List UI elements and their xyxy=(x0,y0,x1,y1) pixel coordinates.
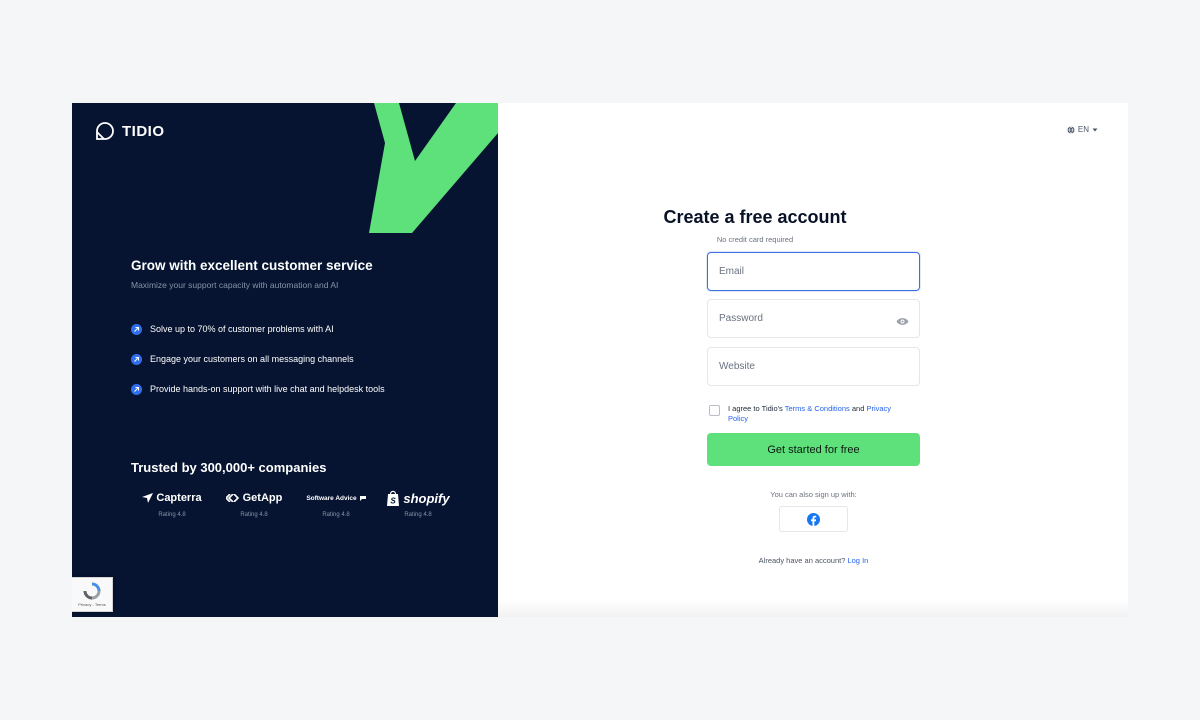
tidio-logo[interactable]: TIDIO xyxy=(94,120,165,142)
brand-rating: Rating 4.8 xyxy=(404,512,432,518)
agree-prefix: I agree to Tidio's xyxy=(728,404,785,413)
feature-item: Solve up to 70% of customer problems wit… xyxy=(131,314,385,344)
brand-capterra: Capterra Rating 4.8 xyxy=(131,488,213,518)
recaptcha-badge[interactable]: Privacy - Terms xyxy=(72,577,113,612)
show-password-icon[interactable] xyxy=(896,313,909,331)
login-prompt-text: Already have an account? xyxy=(758,556,848,565)
feature-text: Provide hands-on support with live chat … xyxy=(150,384,385,394)
agree-and: and xyxy=(849,404,867,413)
email-input[interactable] xyxy=(707,252,920,291)
signup-panel: EN Create a free account No credit card … xyxy=(498,103,1128,617)
feature-text: Solve up to 70% of customer problems wit… xyxy=(150,324,334,334)
marketing-subline: Maximize your support capacity with auto… xyxy=(131,280,339,290)
recaptcha-links[interactable]: Privacy - Terms xyxy=(78,602,105,607)
logo-text: TIDIO xyxy=(122,122,165,140)
brand-name: shopify xyxy=(403,490,450,506)
get-started-button[interactable]: Get started for free xyxy=(707,433,920,466)
marketing-panel: TIDIO Grow with excellent customer servi… xyxy=(72,103,498,617)
brand-software-advice: Software Advice Rating 4.8 xyxy=(295,488,377,518)
login-prompt: Already have an account? Log In xyxy=(707,556,920,565)
shopify-bag-icon: S xyxy=(387,490,400,506)
bottom-shade xyxy=(498,599,1128,617)
brand-rating: Rating 4.8 xyxy=(240,512,268,518)
brand-name: Capterra xyxy=(156,492,202,504)
feature-item: Engage your customers on all messaging c… xyxy=(131,344,385,374)
brand-getapp: GetApp Rating 4.8 xyxy=(213,488,295,518)
form-subtitle: No credit card required xyxy=(716,235,794,244)
terms-link[interactable]: Terms & Conditions xyxy=(785,404,850,413)
alt-signup-label: You can also sign up with: xyxy=(770,490,857,499)
svg-text:S: S xyxy=(391,497,397,506)
getapp-icon xyxy=(225,494,239,502)
language-label: EN xyxy=(1077,125,1089,134)
login-link[interactable]: Log In xyxy=(847,556,868,565)
terms-agreement: I agree to Tidio's Terms & Conditions an… xyxy=(709,404,913,424)
form-title: Create a free account xyxy=(663,207,847,227)
review-brands: Capterra Rating 4.8 GetApp Rating 4.8 So… xyxy=(131,488,459,518)
feature-text: Engage your customers on all messaging c… xyxy=(150,354,354,364)
feature-list: Solve up to 70% of customer problems wit… xyxy=(131,314,385,404)
trusted-heading: Trusted by 300,000+ companies xyxy=(131,460,327,475)
password-input[interactable] xyxy=(707,299,920,338)
feature-item: Provide hands-on support with live chat … xyxy=(131,374,385,404)
terms-checkbox[interactable] xyxy=(709,405,720,416)
capterra-icon xyxy=(142,493,154,503)
language-selector[interactable]: EN xyxy=(1067,125,1098,134)
signup-page: TIDIO Grow with excellent customer servi… xyxy=(72,103,1128,617)
recaptcha-icon xyxy=(83,582,101,600)
terms-text: I agree to Tidio's Terms & Conditions an… xyxy=(728,404,913,424)
brand-name: Software Advice xyxy=(306,494,357,502)
facebook-signup-button[interactable] xyxy=(779,506,848,532)
caret-down-icon xyxy=(1092,128,1098,131)
tidio-logo-icon xyxy=(96,122,114,140)
arrow-up-right-icon xyxy=(131,323,142,335)
software-advice-icon xyxy=(359,495,366,501)
arrow-up-right-icon xyxy=(131,353,142,365)
brand-rating: Rating 4.8 xyxy=(158,512,186,518)
brand-name: GetApp xyxy=(242,492,283,504)
globe-icon xyxy=(1067,125,1075,134)
brand-shopify: S shopify Rating 4.8 xyxy=(377,488,459,518)
marketing-headline: Grow with excellent customer service xyxy=(131,258,373,273)
brand-rating: Rating 4.8 xyxy=(322,512,350,518)
facebook-icon xyxy=(807,512,820,526)
arrow-up-right-icon xyxy=(131,383,142,395)
website-input[interactable] xyxy=(707,347,920,386)
